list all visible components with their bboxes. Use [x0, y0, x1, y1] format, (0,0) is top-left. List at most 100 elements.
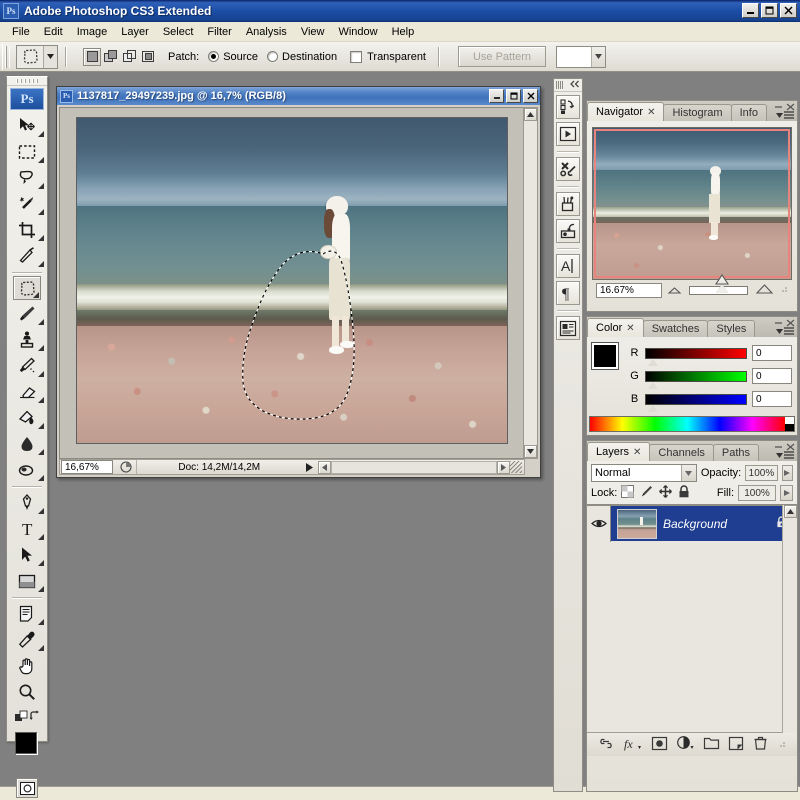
tab-color[interactable]: Color ✕: [587, 318, 644, 337]
document-close-button[interactable]: [523, 89, 538, 103]
tab-navigator[interactable]: Navigator ✕: [587, 102, 665, 121]
slider-b-handle[interactable]: [648, 404, 658, 412]
new-layer-icon[interactable]: [729, 736, 744, 753]
layers-panel-resize-grip[interactable]: [777, 739, 786, 751]
transparent-checkbox[interactable]: [350, 50, 363, 63]
standard-mode-icon[interactable]: [16, 778, 38, 798]
slice-tool[interactable]: [7, 243, 47, 269]
layer-thumbnail[interactable]: [617, 508, 657, 539]
tab-navigator-close-icon[interactable]: ✕: [647, 107, 655, 118]
layers-panel-menu-icon[interactable]: [776, 451, 794, 459]
source-radio[interactable]: [208, 51, 220, 62]
blend-mode-select[interactable]: Normal: [591, 464, 697, 482]
color-panel-foreground-swatch[interactable]: [592, 343, 618, 369]
canvas-area[interactable]: [59, 107, 525, 459]
slider-g[interactable]: [645, 370, 747, 389]
brush-tool[interactable]: [7, 301, 47, 327]
link-layers-icon[interactable]: [598, 738, 614, 752]
menu-item-layer[interactable]: Layer: [114, 24, 156, 40]
tab-histogram[interactable]: Histogram: [663, 104, 732, 121]
new-adjustment-layer-icon[interactable]: [677, 736, 694, 753]
brushes-panel-icon[interactable]: [556, 192, 580, 216]
character-panel-icon[interactable]: A: [556, 254, 580, 278]
swap-colors-icon[interactable]: [29, 710, 41, 725]
dock-grip[interactable]: [554, 79, 582, 92]
tab-swatches[interactable]: Swatches: [642, 320, 709, 337]
pattern-dropdown-icon[interactable]: [591, 46, 605, 67]
hscroll-left-arrow[interactable]: [317, 460, 331, 474]
menu-item-help[interactable]: Help: [385, 24, 422, 40]
hand-tool[interactable]: [7, 653, 47, 679]
paragraph-panel-icon[interactable]: ¶: [556, 281, 580, 305]
notes-tool[interactable]: [7, 601, 47, 627]
current-tool-well[interactable]: [16, 44, 58, 69]
navigator-resize-grip[interactable]: [779, 284, 788, 296]
menu-item-filter[interactable]: Filter: [200, 24, 238, 40]
history-brush-tool[interactable]: [7, 353, 47, 379]
tool-presets-panel-icon[interactable]: [556, 157, 580, 181]
crop-tool[interactable]: [7, 217, 47, 243]
layers-list-scrollbar[interactable]: [782, 505, 797, 733]
navigator-zoom-slider-knob[interactable]: [715, 273, 730, 293]
rectangle-tool[interactable]: [7, 568, 47, 594]
tab-color-close-icon[interactable]: ✕: [626, 323, 634, 334]
color-panel-menu-icon[interactable]: [776, 327, 794, 335]
eraser-tool[interactable]: [7, 379, 47, 405]
foreground-color-swatch[interactable]: [15, 732, 37, 754]
toolbox-logo-icon[interactable]: Ps: [10, 88, 44, 110]
destination-radio[interactable]: [267, 51, 279, 62]
hscroll-right-arrow[interactable]: [497, 460, 510, 474]
menu-item-file[interactable]: File: [5, 24, 37, 40]
spectrum-black-swatch[interactable]: [785, 424, 794, 431]
slider-g-handle[interactable]: [648, 381, 658, 389]
pattern-picker[interactable]: [556, 45, 606, 68]
new-selection-button[interactable]: [83, 47, 101, 66]
opacity-slider-arrow[interactable]: [781, 465, 793, 481]
tab-styles[interactable]: Styles: [707, 320, 756, 337]
clone-stamp-tool[interactable]: [7, 327, 47, 353]
minimize-button[interactable]: [742, 3, 759, 18]
lock-all-icon[interactable]: [678, 485, 690, 501]
dodge-tool[interactable]: [7, 457, 47, 483]
menu-item-view[interactable]: View: [294, 24, 332, 40]
spectrum-white-black-swatches[interactable]: [785, 417, 794, 431]
layer-visibility-icon[interactable]: [587, 505, 611, 542]
fill-value[interactable]: 100%: [738, 485, 776, 501]
menu-item-select[interactable]: Select: [156, 24, 201, 40]
spectrum-gradient[interactable]: [590, 417, 785, 431]
layers-scroll-up-arrow[interactable]: [783, 505, 797, 518]
lasso-tool[interactable]: [7, 165, 47, 191]
lock-position-icon[interactable]: [659, 485, 673, 501]
color-spectrum-ramp[interactable]: [589, 416, 795, 432]
add-layer-style-icon[interactable]: fx: [624, 737, 642, 753]
value-field-g[interactable]: 0: [752, 368, 792, 384]
document-vertical-scrollbar[interactable]: [523, 107, 538, 459]
tab-paths[interactable]: Paths: [712, 444, 760, 461]
path-selection-tool[interactable]: [7, 542, 47, 568]
opacity-value[interactable]: 100%: [745, 465, 778, 481]
menu-item-edit[interactable]: Edit: [37, 24, 70, 40]
navigator-thumbnail[interactable]: [592, 127, 792, 280]
blur-tool[interactable]: [7, 431, 47, 457]
menu-item-window[interactable]: Window: [331, 24, 384, 40]
horizontal-scroll-track[interactable]: [330, 460, 497, 474]
type-tool[interactable]: T: [7, 516, 47, 542]
layer-comps-panel-icon[interactable]: [556, 316, 580, 340]
source-radio-group[interactable]: Source: [208, 51, 258, 63]
layers-list[interactable]: Background: [587, 504, 797, 733]
default-colors-icon[interactable]: [15, 710, 28, 726]
blend-mode-dropdown-icon[interactable]: [680, 465, 696, 481]
toolbox-grip[interactable]: [7, 77, 47, 86]
layer-name[interactable]: Background: [663, 517, 776, 531]
lock-image-pixels-icon[interactable]: [640, 485, 653, 501]
navigator-panel-menu-icon[interactable]: [776, 111, 794, 119]
navigator-zoom-field[interactable]: 16.67%: [596, 282, 662, 298]
slider-r[interactable]: [645, 347, 747, 366]
value-field-r[interactable]: 0: [752, 345, 792, 361]
gradient-tool[interactable]: [7, 405, 47, 431]
zoom-in-icon[interactable]: [755, 283, 774, 297]
options-bar-grip[interactable]: [2, 43, 11, 70]
zoom-out-icon[interactable]: [667, 284, 682, 296]
close-button[interactable]: [780, 3, 797, 18]
intersect-selection-button[interactable]: [140, 48, 158, 66]
